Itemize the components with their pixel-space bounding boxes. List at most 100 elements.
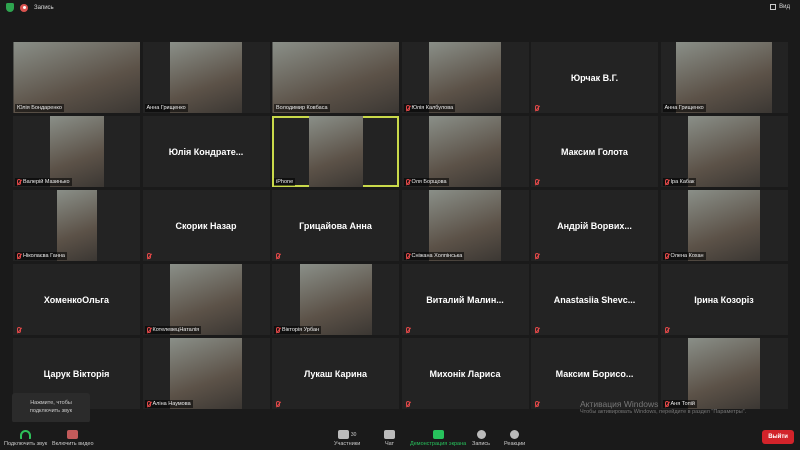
participants-button[interactable]: 30 Участники (334, 430, 360, 447)
participant-name: Андрій Ворвих... (557, 220, 632, 231)
participant-video (429, 42, 501, 113)
participant-tile[interactable]: iPhone (272, 116, 399, 187)
mic-muted-icon (535, 327, 539, 333)
participant-name-label: КотелевецНаталія (144, 326, 202, 334)
participant-status (533, 178, 541, 186)
participant-tile[interactable]: Лукаш Карина (272, 338, 399, 409)
participant-name-label: Володимир Ковбаса (274, 104, 330, 112)
participant-tile[interactable]: Валерій Мазинько (13, 116, 140, 187)
participant-status (404, 400, 412, 408)
participant-tile[interactable]: Юрчак В.Г. (531, 42, 658, 113)
mic-muted-icon (664, 179, 669, 185)
video-off-icon (67, 430, 79, 439)
leave-button[interactable]: Выйти (762, 430, 794, 444)
participant-video (170, 338, 242, 409)
participant-tile[interactable]: Андрій Ворвих... (531, 190, 658, 261)
participant-tile[interactable]: Ірина Козоріз (660, 264, 788, 335)
mic-muted-icon (535, 179, 539, 185)
participant-name: Максим Голота (561, 146, 628, 157)
participant-tile[interactable]: Сніжана Холпінська (401, 190, 529, 261)
participant-name: Максим Борисо... (555, 368, 634, 379)
participant-name-label: Сніжана Холпінська (403, 252, 465, 260)
participant-name: Ніколаєва Ганна (23, 253, 65, 259)
participant-name: Михонік Лариса (429, 368, 501, 379)
participant-video (688, 190, 760, 261)
windows-activation-watermark: Активация Windows Чтобы активировать Win… (580, 399, 747, 415)
participant-tile[interactable]: Анна Грищенко (142, 42, 270, 113)
participant-tile[interactable]: Юлія Бондаренко (13, 42, 140, 113)
mic-muted-icon (146, 253, 151, 259)
participant-name: Юлія Кондрате... (168, 146, 244, 157)
participant-tile[interactable]: Володимир Ковбаса (272, 42, 399, 113)
participant-name-label: Олена Кохан (662, 252, 706, 260)
mic-muted-icon (276, 327, 280, 333)
participant-name: Анна Грищенко (146, 105, 186, 111)
participant-name: Аліна Наумова (152, 401, 191, 407)
participant-name: iPhone (276, 179, 294, 185)
join-audio-button[interactable]: Подключить звук (4, 430, 47, 447)
mic-muted-icon (664, 253, 669, 259)
participant-name: Ірина Козоріз (694, 294, 754, 305)
view-button[interactable]: Вид (770, 4, 790, 10)
participant-video (170, 42, 242, 113)
participant-tile[interactable]: Грицайова Анна (272, 190, 399, 261)
mic-muted-icon (17, 327, 21, 333)
participant-status (533, 252, 541, 260)
record-icon (20, 3, 28, 12)
participant-tile[interactable]: Михонік Лариса (401, 338, 529, 409)
participant-name: Валерій Мазинько (23, 179, 70, 185)
chat-icon (384, 430, 395, 439)
participant-name: Anastasiia Shevc... (553, 294, 636, 305)
participant-video (272, 42, 399, 113)
participant-name: Скорик Назар (175, 220, 237, 231)
participant-tile[interactable]: Аліна Наумова (142, 338, 270, 409)
participant-name: Юлія Бондаренко (17, 105, 62, 111)
participant-video (56, 190, 97, 261)
participant-tile[interactable]: Анна Грищенко (660, 42, 788, 113)
participant-tile[interactable]: КотелевецНаталія (142, 264, 270, 335)
mic-muted-icon (276, 253, 280, 259)
participant-name: Юлія Калбулова (411, 105, 454, 111)
start-video-button[interactable]: Включить видео (52, 430, 94, 447)
participant-name-label: Аліна Наумова (144, 400, 193, 408)
participant-name: КотелевецНаталія (152, 327, 200, 333)
participant-name: ХоменкоОльга (43, 294, 110, 305)
share-screen-button[interactable]: Демонстрация экрана (410, 430, 466, 447)
participant-status (404, 326, 412, 334)
participant-tile[interactable]: Ніколаєва Ганна (13, 190, 140, 261)
participant-tile[interactable]: Юлія Кондрате... (142, 116, 270, 187)
participant-tile[interactable]: Юлія Калбулова (401, 42, 529, 113)
participant-tile[interactable]: Anastasiia Shevc... (531, 264, 658, 335)
participant-video (13, 42, 140, 113)
mic-muted-icon (17, 253, 21, 259)
participant-tile[interactable]: Іра Кабак (660, 116, 788, 187)
chat-button[interactable]: Чат (384, 430, 395, 447)
participant-status (533, 104, 541, 112)
participant-tile[interactable]: Скорик Назар (142, 190, 270, 261)
participant-name: Оля Борщова (411, 179, 447, 185)
participant-tile[interactable]: Вікторія Урбан (272, 264, 399, 335)
mic-muted-icon (17, 179, 21, 185)
participant-name-label: Іра Кабак (662, 178, 697, 186)
reactions-button[interactable]: Реакции (504, 430, 525, 447)
participant-name: Володимир Ковбаса (276, 105, 328, 111)
participant-name: Вікторія Урбан (282, 327, 320, 333)
meeting-status: Запись (6, 3, 54, 12)
participant-name: Олена Кохан (670, 253, 704, 259)
participant-tile[interactable]: Максим Голота (531, 116, 658, 187)
participant-tile[interactable]: Оля Борщова (401, 116, 529, 187)
participant-tile[interactable]: ХоменкоОльга (13, 264, 140, 335)
participant-name-label: Оля Борщова (403, 178, 449, 186)
security-shield-icon[interactable] (6, 3, 14, 12)
mic-muted-icon (405, 253, 410, 259)
participant-tile[interactable]: Виталий Малин... (401, 264, 529, 335)
mic-muted-icon (146, 401, 151, 407)
participant-video (676, 42, 772, 113)
mic-muted-icon (405, 105, 410, 111)
record-button[interactable]: Запись (472, 430, 490, 447)
participant-name-label: iPhone (274, 178, 296, 186)
participant-name-label: Валерій Мазинько (15, 178, 72, 186)
participant-name-label: Вікторія Урбан (274, 326, 322, 334)
participant-tile[interactable]: Олена Кохан (660, 190, 788, 261)
participants-icon (337, 430, 349, 439)
